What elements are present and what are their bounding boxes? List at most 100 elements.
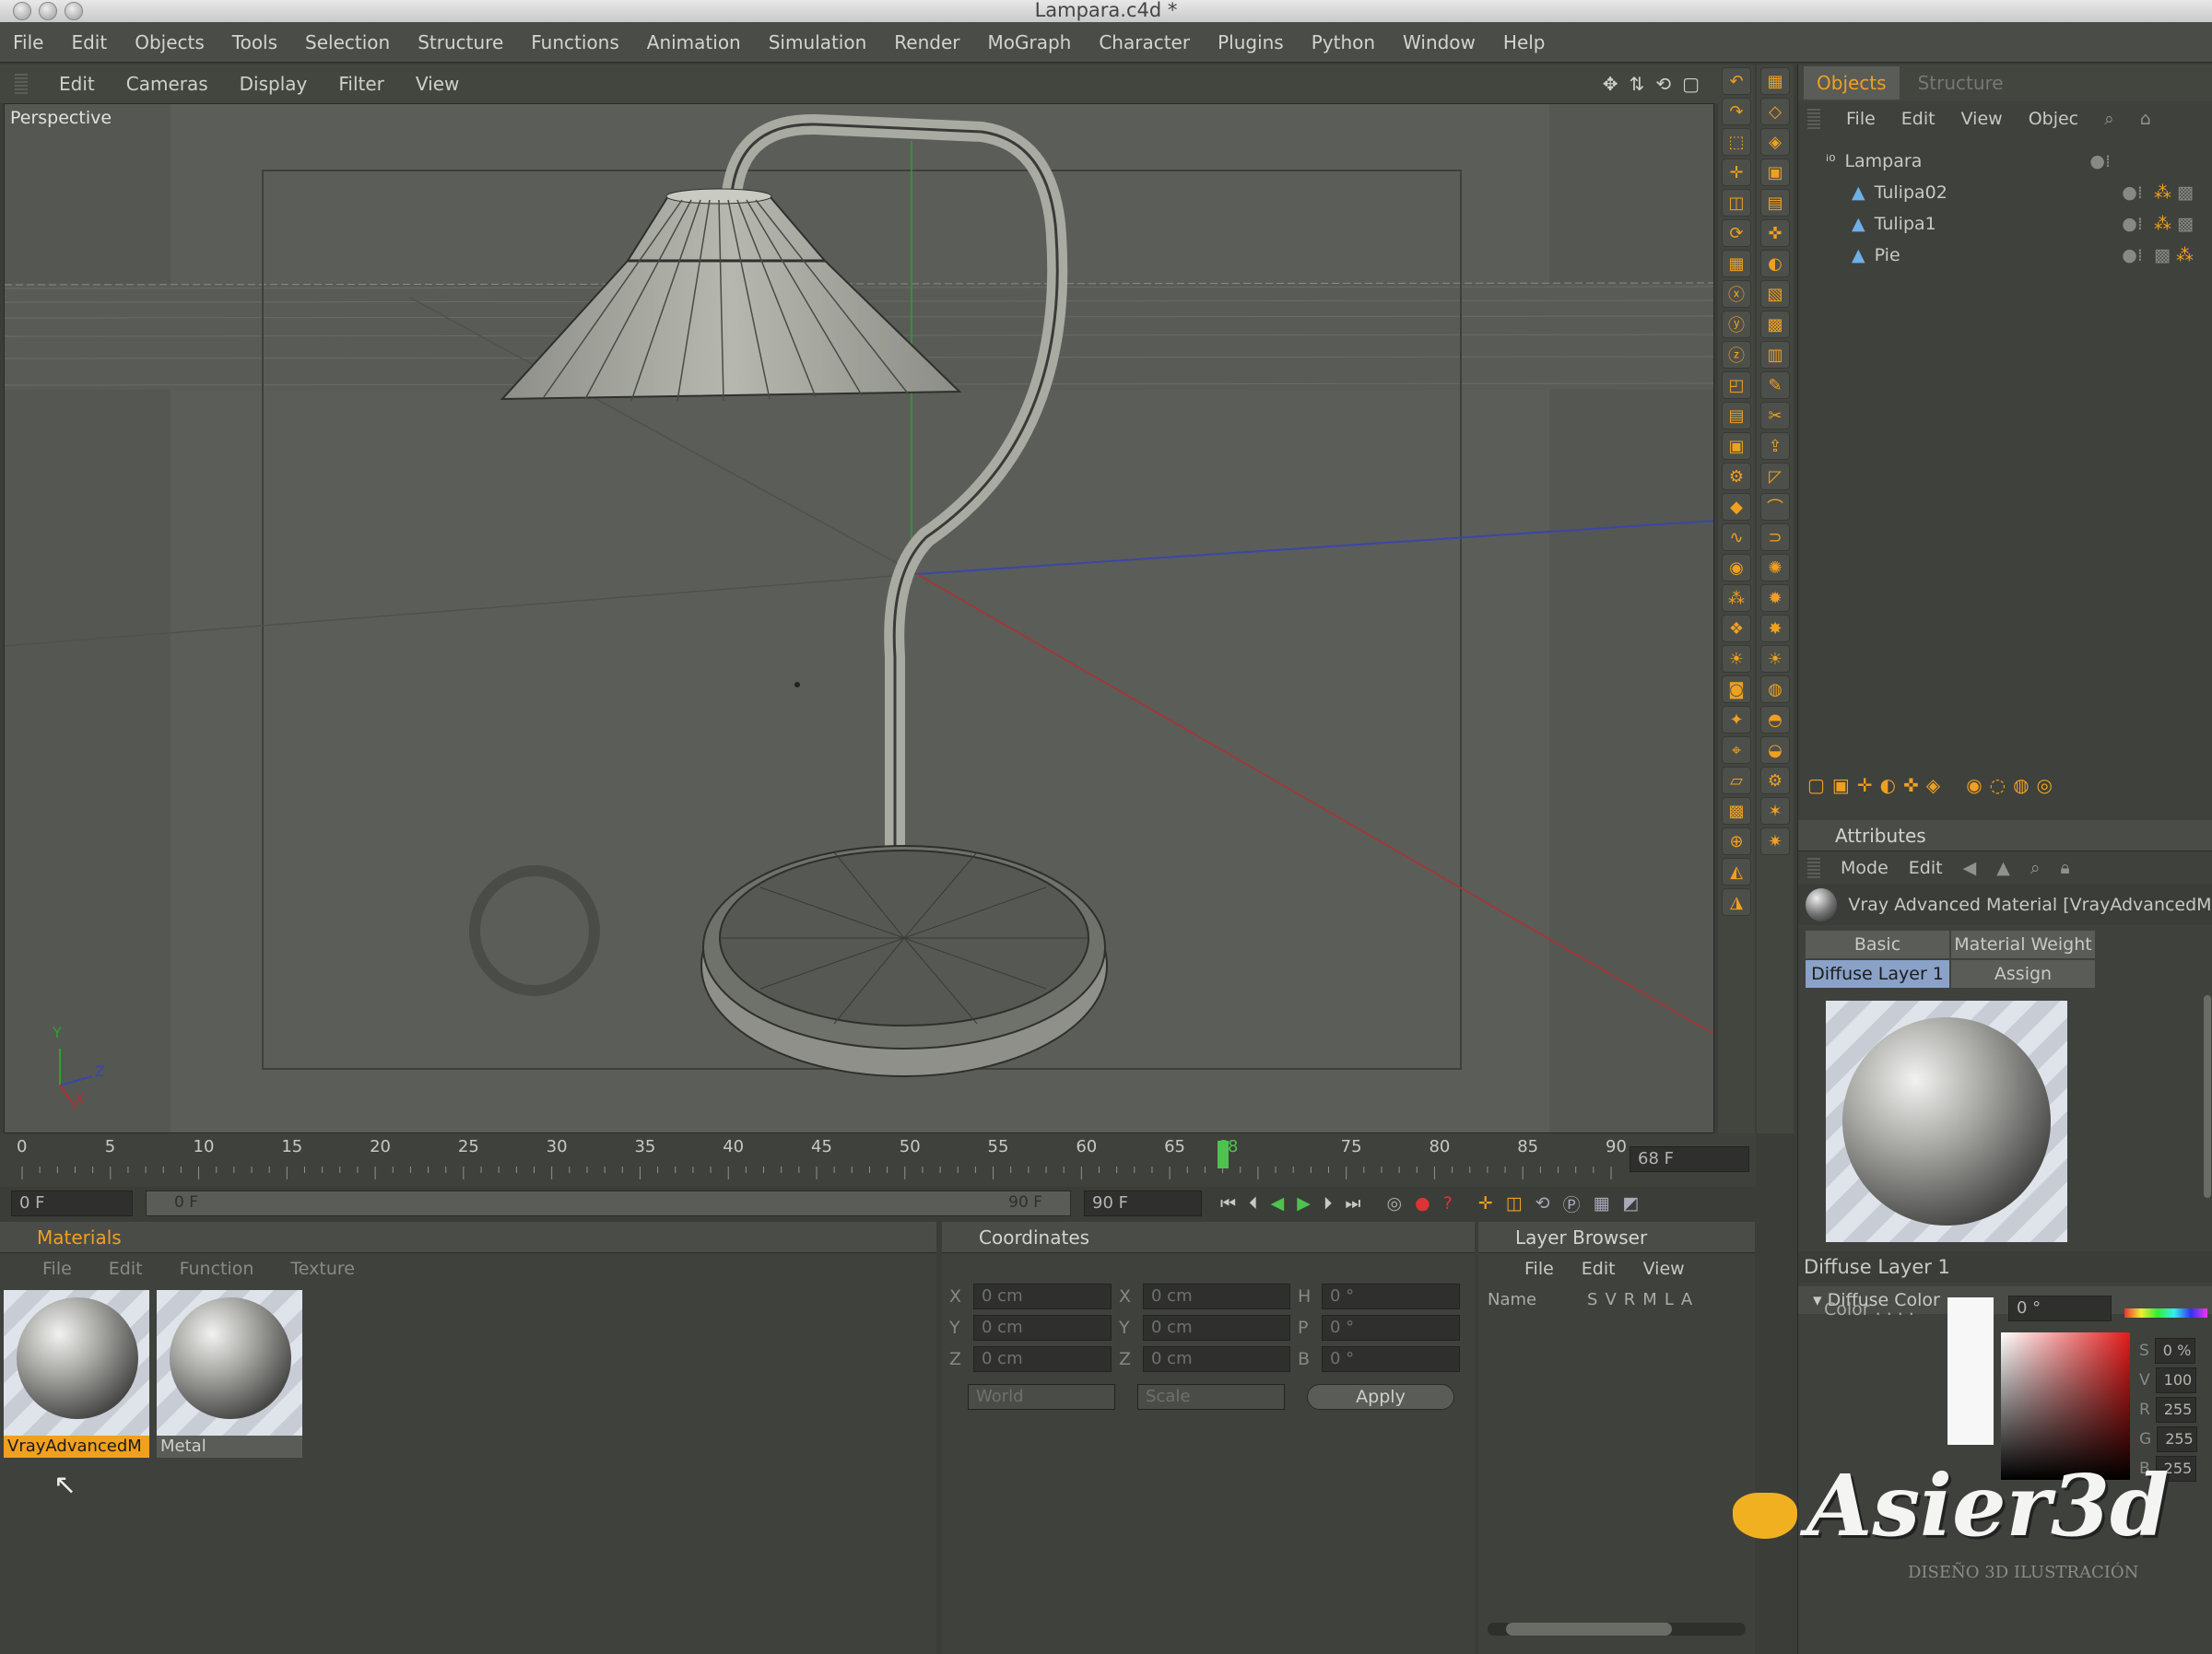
mat-menu-edit[interactable]: Edit xyxy=(109,1253,143,1284)
r-field[interactable]: 255 xyxy=(2155,1397,2196,1423)
undo-icon[interactable]: ↶ xyxy=(1722,67,1751,95)
visibility-dot-icon[interactable]: ●⁞ ⁂ ▩ xyxy=(2122,214,2194,234)
rot-p-field[interactable]: 0 ° xyxy=(1322,1315,1460,1341)
size-x-field[interactable]: 0 cm xyxy=(1143,1284,1290,1309)
attr-menu-edit[interactable]: Edit xyxy=(1909,858,1943,878)
workplane-mode-icon[interactable]: ▥ xyxy=(1760,341,1790,369)
python-icon[interactable]: ◮ xyxy=(1722,888,1751,916)
search-icon[interactable]: ⌕ xyxy=(2104,109,2114,129)
horizontal-scrollbar[interactable] xyxy=(1488,1623,1746,1636)
axis-icon[interactable]: ⊕ xyxy=(1722,827,1751,855)
visibility-dot-icon[interactable]: ●⁞ ⁂ ▩ xyxy=(2122,182,2194,203)
camera-icon[interactable]: ◙ xyxy=(1722,675,1751,703)
home-icon[interactable]: ⌂ xyxy=(2140,109,2151,129)
menu-mograph[interactable]: MoGraph xyxy=(987,31,1071,53)
tool-icon[interactable]: ◍ xyxy=(2013,774,2029,796)
visibility-dot-icon[interactable]: ●⁞ ▩ ⁂ xyxy=(2122,245,2194,265)
grip-handle-icon[interactable] xyxy=(15,74,28,94)
bridge-icon[interactable]: ⌒ xyxy=(1760,493,1790,521)
play-forward-icon[interactable]: ▶ xyxy=(1297,1193,1311,1214)
animation-mode-icon[interactable]: ◐ xyxy=(1760,250,1790,277)
tab-material-weight[interactable]: Material Weight xyxy=(1951,931,2095,958)
position-key-icon[interactable]: ✛ xyxy=(1478,1193,1493,1214)
attr-menu-mode[interactable]: Mode xyxy=(1841,858,1888,878)
bevel-icon[interactable]: ◸ xyxy=(1760,463,1790,490)
scale-key-icon[interactable]: ◫ xyxy=(1506,1193,1523,1214)
obj-menu-objects[interactable]: Objec xyxy=(2029,109,2078,129)
timeline-ruler[interactable]: 0 5 10 15 20 25 30 35 40 45 50 55 60 65 68 75 80 85 90 68 … xyxy=(0,1133,1756,1187)
recent-tool-icon[interactable]: ▦ xyxy=(1722,250,1751,277)
layer-menu-edit[interactable]: Edit xyxy=(1582,1253,1616,1284)
magnet-icon[interactable]: ⊃ xyxy=(1760,523,1790,551)
menu-plugins[interactable]: Plugins xyxy=(1218,31,1284,53)
pos-z-field[interactable]: 0 cm xyxy=(973,1346,1112,1372)
vray-fur-icon[interactable]: ✶ xyxy=(1760,797,1790,825)
menu-edit[interactable]: Edit xyxy=(71,31,107,53)
points-mode-icon[interactable]: ▦ xyxy=(1760,67,1790,95)
menu-file[interactable]: File xyxy=(13,31,43,53)
pla-key-icon[interactable]: ▦ xyxy=(1594,1193,1610,1214)
checker-icon[interactable]: ▩ xyxy=(1760,311,1790,338)
nurbs-icon[interactable]: ◉ xyxy=(1722,554,1751,581)
perspective-viewport[interactable]: Perspective Y Z X xyxy=(4,103,1714,1133)
next-key-icon[interactable]: ⏵ xyxy=(1324,1193,1333,1214)
x-axis-lock-icon[interactable]: ⓧ xyxy=(1722,280,1751,308)
tab-basic[interactable]: Basic xyxy=(1806,931,1949,958)
light-icon[interactable]: ✦ xyxy=(1722,706,1751,733)
menu-render[interactable]: Render xyxy=(894,31,959,53)
start-frame-field[interactable]: 0 F xyxy=(11,1191,133,1216)
autokey-icon[interactable]: ● xyxy=(1415,1193,1430,1214)
layer-menu-file[interactable]: File xyxy=(1524,1253,1554,1284)
timeline-window-icon[interactable]: ◩ xyxy=(1623,1193,1640,1214)
attributes-scrollbar[interactable] xyxy=(2204,995,2211,1198)
tree-item-tulipa02[interactable]: ▲ Tulipa02 ●⁞ ⁂ ▩ xyxy=(1798,177,2212,208)
tool-icon[interactable]: ◉ xyxy=(1966,774,1982,796)
workplane-icon[interactable]: ▱ xyxy=(1722,767,1751,794)
coordinate-system-icon[interactable]: ◰ xyxy=(1722,371,1751,399)
tab-structure[interactable]: Structure xyxy=(1905,66,2017,100)
vray-camera-icon[interactable]: ◍ xyxy=(1760,675,1790,703)
dolly-view-icon[interactable]: ⇅ xyxy=(1630,73,1645,95)
rotate-icon[interactable]: ⟳ xyxy=(1722,219,1751,247)
live-select-icon[interactable]: ⬚ xyxy=(1722,128,1751,156)
keyframe-selection-icon[interactable]: ? xyxy=(1443,1193,1453,1214)
array-icon[interactable]: ⁂ xyxy=(1722,584,1751,612)
tree-item-pie[interactable]: ▲ Pie ●⁞ ▩ ⁂ xyxy=(1798,240,2212,271)
viewport-menu-filter[interactable]: Filter xyxy=(338,73,384,95)
layer-menu-view[interactable]: View xyxy=(1643,1253,1685,1284)
coord-mode-select[interactable]: World xyxy=(968,1384,1115,1410)
up-arrow-icon[interactable]: ▲ xyxy=(1996,858,2010,878)
grip-handle-icon[interactable] xyxy=(1807,858,1820,878)
mat-menu-texture[interactable]: Texture xyxy=(290,1253,355,1284)
polygons-mode-icon[interactable]: ◈ xyxy=(1760,128,1790,156)
tree-item-lampara[interactable]: ⁱ⁰ Lampara ●⁞ xyxy=(1798,146,2212,177)
apply-button[interactable]: Apply xyxy=(1307,1384,1454,1410)
hue-field[interactable]: 0 ° xyxy=(2008,1296,2112,1321)
move-icon[interactable]: ✛ xyxy=(1722,158,1751,186)
vray-bake-icon[interactable]: ✷ xyxy=(1760,827,1790,855)
obj-menu-file[interactable]: File xyxy=(1846,109,1876,129)
tool-icon[interactable]: ▢ xyxy=(1807,774,1825,796)
menu-character[interactable]: Character xyxy=(1099,31,1190,53)
previous-key-icon[interactable]: ⏴ xyxy=(1249,1193,1258,1214)
s-field[interactable]: 0 % xyxy=(2154,1338,2195,1364)
tab-assign[interactable]: Assign xyxy=(1951,960,2095,988)
texture-mode-icon[interactable]: ▤ xyxy=(1760,189,1790,217)
record-active-icon[interactable]: ◎ xyxy=(1387,1193,1403,1214)
menu-window[interactable]: Window xyxy=(1403,31,1476,53)
spline-icon[interactable]: ∿ xyxy=(1722,523,1751,551)
deformer-icon[interactable]: ❖ xyxy=(1722,615,1751,642)
pos-x-field[interactable]: 0 cm xyxy=(973,1284,1112,1309)
vray-dome-icon[interactable]: ◓ xyxy=(1760,706,1790,733)
range-slider[interactable]: 0 F 90 F xyxy=(146,1191,1071,1216)
z-axis-lock-icon[interactable]: ⓩ xyxy=(1722,341,1751,369)
lock-icon[interactable]: 🔒︎ xyxy=(2060,858,2069,878)
rot-b-field[interactable]: 0 ° xyxy=(1322,1346,1460,1372)
tab-objects[interactable]: Objects xyxy=(1804,66,1900,100)
snapping-icon[interactable]: ⌖ xyxy=(1722,736,1751,764)
current-frame-field[interactable]: 68 F xyxy=(1630,1146,1749,1172)
menu-simulation[interactable]: Simulation xyxy=(769,31,867,53)
search-icon[interactable]: ⌕ xyxy=(2030,858,2041,878)
object-axis-icon[interactable]: ✜ xyxy=(1760,219,1790,247)
render-picture-viewer-icon[interactable]: ▣ xyxy=(1722,432,1751,460)
